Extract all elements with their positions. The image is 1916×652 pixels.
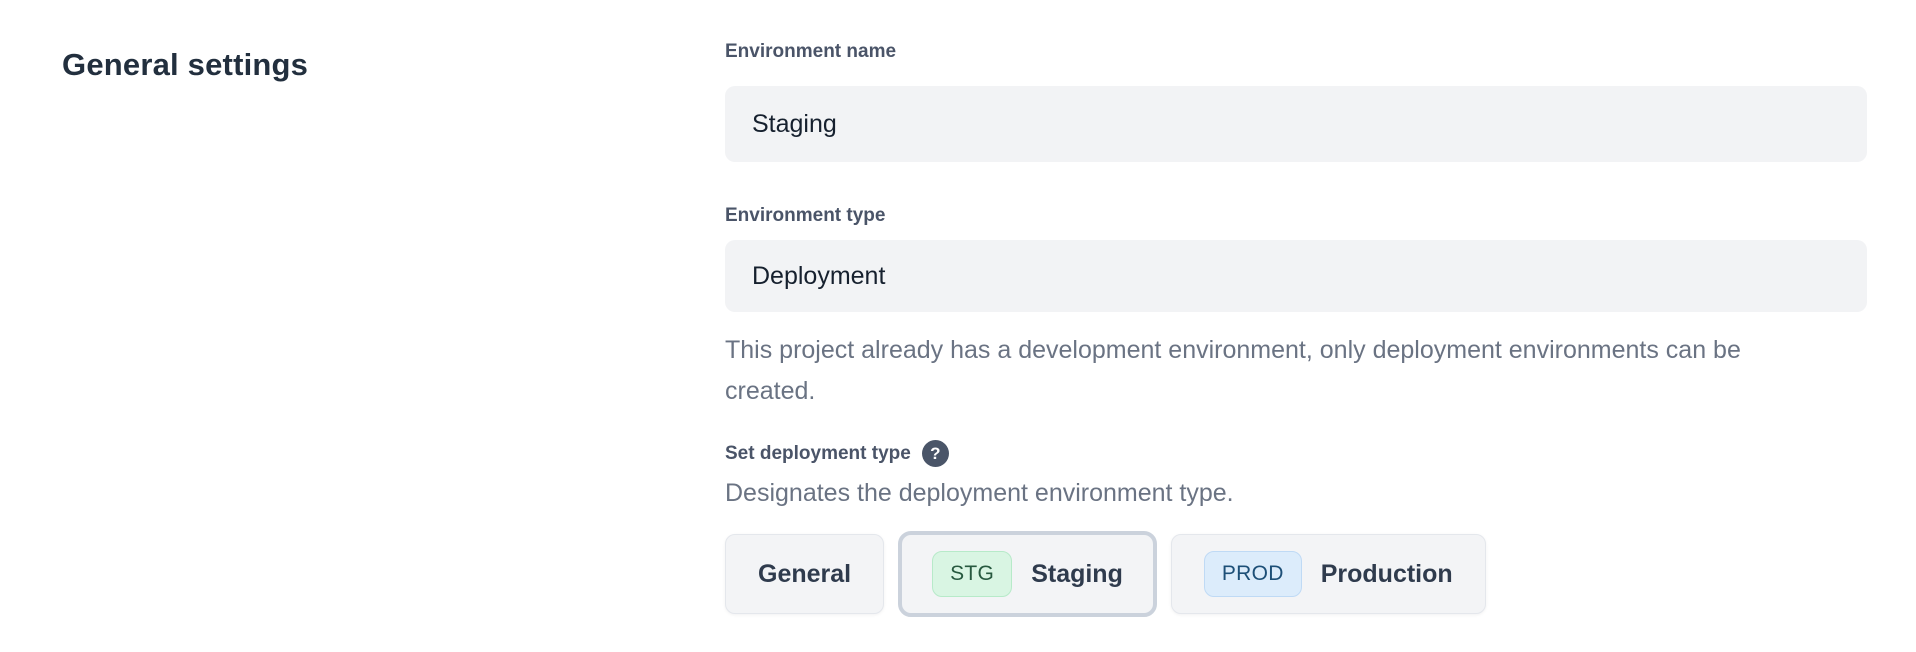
option-production-label: Production	[1321, 560, 1453, 589]
environment-type-help-text: This project already has a development e…	[725, 330, 1867, 412]
environment-name-label: Environment name	[725, 40, 1867, 64]
set-deployment-type-row: Set deployment type ?	[725, 440, 1867, 467]
environment-type-input[interactable]	[725, 240, 1867, 312]
deployment-type-description: Designates the deployment environment ty…	[725, 477, 1867, 509]
help-text-line-1: This project already has a development e…	[725, 336, 1741, 364]
help-text-line-2: created.	[725, 377, 815, 405]
stg-badge: STG	[932, 551, 1012, 597]
set-deployment-type-label: Set deployment type	[725, 442, 911, 466]
deployment-type-option-production[interactable]: PROD Production	[1171, 534, 1486, 614]
deployment-type-options: General STG Staging PROD Production	[725, 531, 1867, 617]
question-mark-icon[interactable]: ?	[922, 440, 949, 467]
prod-badge: PROD	[1204, 551, 1302, 597]
deployment-type-option-staging[interactable]: STG Staging	[898, 531, 1157, 617]
option-staging-label: Staging	[1031, 560, 1123, 589]
option-general-label: General	[758, 560, 851, 589]
environment-type-label: Environment type	[725, 204, 1867, 228]
general-settings-form: Environment name Environment type This p…	[725, 40, 1867, 617]
environment-name-input[interactable]	[725, 86, 1867, 162]
deployment-type-option-general[interactable]: General	[725, 534, 884, 614]
page-title: General settings	[62, 47, 308, 83]
